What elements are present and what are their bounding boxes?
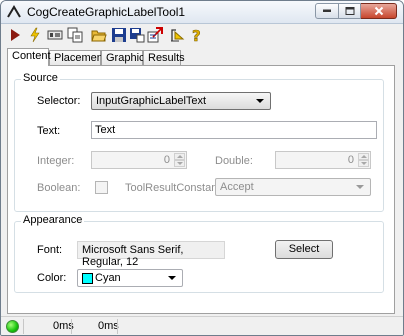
status-separator: [117, 319, 118, 334]
status-separator: [23, 319, 24, 334]
tab-content[interactable]: Content: [7, 48, 51, 66]
spin-up-icon: [174, 153, 185, 160]
selector-label: Selector:: [37, 95, 81, 107]
maximize-button[interactable]: [339, 3, 361, 19]
save-icon[interactable]: [111, 27, 127, 43]
selector-value: InputGraphicLabelText: [96, 95, 207, 107]
integer-value: 0: [163, 154, 170, 166]
close-button[interactable]: [361, 3, 397, 19]
spin-up-icon: [358, 153, 369, 160]
reset-icon[interactable]: [47, 27, 63, 43]
status-bar: 0ms 0ms: [1, 316, 403, 335]
double-value: 0: [347, 154, 354, 166]
boolean-label: Boolean:: [37, 182, 81, 194]
minimize-button[interactable]: [315, 3, 339, 19]
status-separator: [71, 319, 72, 334]
integer-label: Integer:: [37, 155, 75, 167]
boolean-checkbox: [95, 181, 108, 194]
tool-window: CogCreateGraphicLabelTool1 ? Content Pla…: [0, 0, 404, 336]
spin-down-icon: [358, 160, 369, 167]
color-dropdown[interactable]: Cyan: [77, 269, 183, 287]
integer-spinner: 0: [91, 151, 187, 169]
double-spinner: 0: [275, 151, 371, 169]
app-icon: [7, 5, 21, 18]
window-title: CogCreateGraphicLabelTool1: [27, 5, 186, 19]
run-icon[interactable]: [7, 27, 23, 43]
content-tab-page: Source Selector: InputGraphicLabelText T…: [7, 65, 395, 314]
title-bar: CogCreateGraphicLabelTool1: [1, 1, 403, 24]
text-label: Text:: [37, 125, 61, 137]
chevron-down-icon: [356, 185, 364, 189]
tab-placement[interactable]: Placement: [49, 50, 106, 65]
close-icon: [374, 6, 383, 16]
chevron-down-icon: [168, 276, 176, 280]
copy-icon[interactable]: [67, 27, 83, 43]
tool-result-value: Accept: [220, 181, 254, 193]
help-icon[interactable]: ?: [189, 27, 205, 43]
appearance-group-label: Appearance: [21, 214, 85, 226]
double-label: Double:: [215, 155, 253, 167]
save-as-icon[interactable]: [129, 27, 145, 43]
svg-text:?: ?: [192, 27, 201, 43]
toolbar: ?: [1, 24, 403, 46]
spin-down-icon: [174, 160, 185, 167]
pin-icon[interactable]: [169, 27, 185, 43]
color-swatch: [82, 273, 93, 284]
font-label: Font:: [37, 244, 63, 256]
selector-dropdown[interactable]: InputGraphicLabelText: [91, 92, 271, 110]
tool-result-label: ToolResultConstant:: [125, 182, 224, 194]
appearance-group: Appearance Font: Microsoft Sans Serif, R…: [14, 214, 384, 293]
select-font-button[interactable]: Select: [275, 240, 333, 259]
source-group: Source Selector: InputGraphicLabelText T…: [14, 72, 384, 212]
tool-result-dropdown: Accept: [215, 178, 371, 196]
minimize-icon: [323, 9, 331, 12]
status-indicator-icon: [6, 320, 19, 333]
font-display: Microsoft Sans Serif, Regular, 12: [77, 241, 225, 268]
text-input[interactable]: Text: [91, 121, 377, 139]
tab-results[interactable]: Results: [143, 50, 185, 65]
import-icon[interactable]: [147, 27, 163, 43]
maximize-icon: [345, 7, 354, 15]
color-label: Color:: [37, 272, 67, 284]
status-time-2: 0ms: [98, 320, 119, 332]
tab-graphics[interactable]: Graphics: [101, 50, 150, 65]
source-group-label: Source: [21, 72, 60, 84]
chevron-down-icon: [256, 99, 264, 103]
electric-run-icon[interactable]: [27, 27, 43, 43]
color-value: Cyan: [95, 272, 121, 284]
open-icon[interactable]: [91, 27, 107, 43]
